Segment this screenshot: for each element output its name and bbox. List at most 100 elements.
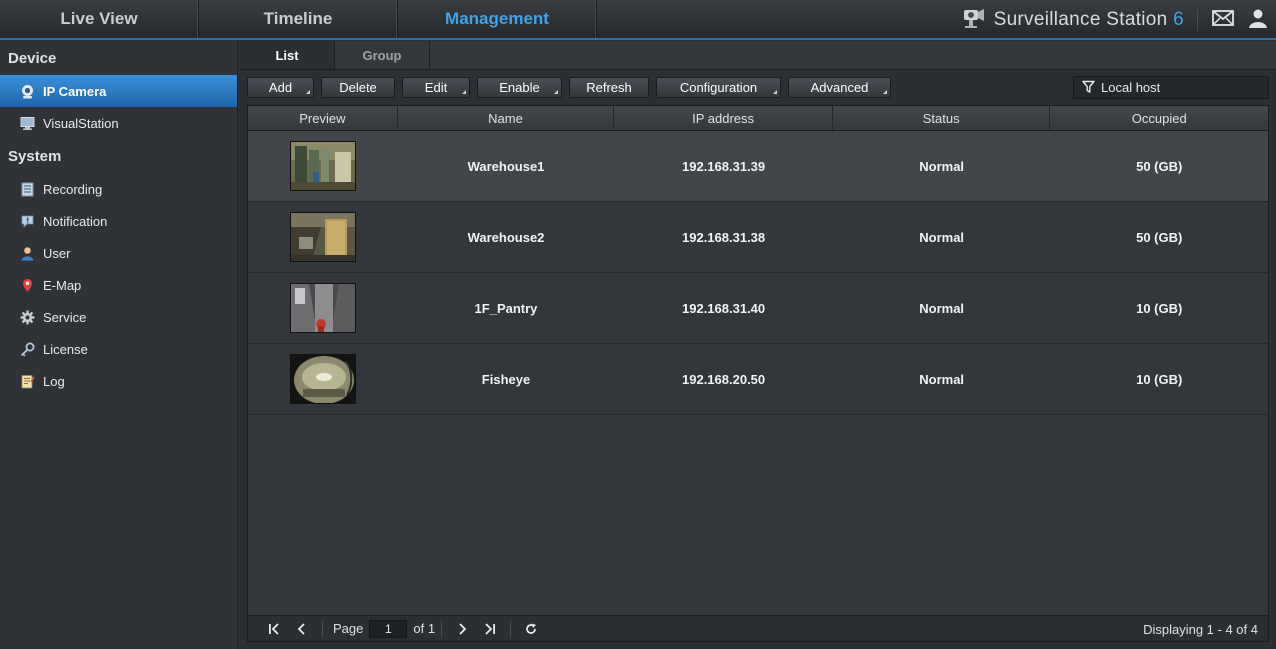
add-button[interactable]: Add [247, 77, 314, 98]
button-label: Refresh [586, 80, 632, 95]
camera-ip: 192.168.31.39 [682, 158, 766, 174]
camera-occupied: 50 (GB) [1136, 229, 1183, 245]
camera-status: Normal [919, 371, 965, 387]
camera-preview-thumbnail [289, 354, 356, 404]
camera-status: Normal [919, 300, 965, 316]
refresh-button[interactable]: Refresh [569, 77, 649, 98]
key-icon [20, 342, 35, 357]
edit-button[interactable]: Edit [402, 77, 470, 98]
preview-cell [248, 273, 398, 343]
user-account-icon[interactable] [1248, 8, 1268, 31]
tab-timeline[interactable]: Timeline [199, 0, 398, 38]
sidebar-item-log[interactable]: Log [0, 365, 237, 397]
recording-icon [20, 182, 35, 197]
preview-cell [248, 202, 398, 272]
delete-button[interactable]: Delete [321, 77, 395, 98]
table-row[interactable]: Warehouse2 192.168.31.38 Normal 50 (GB) [248, 202, 1268, 273]
monitor-icon [20, 116, 35, 131]
dropdown-arrow-icon [554, 90, 558, 94]
camera-name: Warehouse2 [467, 229, 545, 245]
brand: Surveillance Station 6 [962, 0, 1184, 39]
next-page-icon[interactable] [448, 619, 476, 639]
divider [322, 620, 323, 637]
sidebar-item-label: User [43, 245, 71, 261]
camera-logo-icon [962, 7, 986, 32]
divider [510, 620, 512, 637]
sidebar-item-service[interactable]: Service [0, 301, 237, 333]
button-label: Enable [499, 80, 540, 95]
camera-ip: 192.168.20.50 [682, 371, 766, 387]
gear-icon [20, 310, 35, 325]
first-page-icon[interactable] [260, 619, 288, 639]
preview-cell [248, 131, 398, 201]
table-row[interactable]: 1F_Pantry 192.168.31.40 Normal 10 (GB) [248, 273, 1268, 344]
preview-cell [248, 344, 398, 414]
button-label: Advanced [810, 80, 869, 95]
sidebar-item-recording[interactable]: Recording [0, 173, 237, 205]
top-icons [1197, 0, 1268, 39]
column-header-ip-address[interactable]: IP address [614, 106, 833, 130]
sidebar-item-label: License [43, 341, 88, 357]
main-panel: List Group Add Delete Edit Enable Refres… [240, 41, 1276, 649]
host-filter[interactable]: Local host [1073, 76, 1269, 99]
subtab-group[interactable]: Group [335, 41, 430, 69]
camera-occupied: 10 (GB) [1136, 371, 1183, 387]
sidebar-item-label: Notification [43, 213, 108, 229]
camera-occupied: 10 (GB) [1136, 300, 1183, 316]
button-label: Delete [339, 80, 377, 95]
map-pin-icon [20, 278, 35, 293]
button-label: Configuration [679, 80, 758, 95]
column-header-status[interactable]: Status [833, 106, 1051, 130]
divider [1197, 8, 1198, 31]
dropdown-arrow-icon [462, 90, 466, 94]
column-header-preview[interactable]: Preview [248, 106, 398, 130]
dropdown-arrow-icon [306, 90, 310, 94]
mail-icon[interactable] [1212, 9, 1234, 30]
toolbar: Add Delete Edit Enable Refresh Configura… [247, 77, 891, 98]
subtab-list[interactable]: List [240, 41, 335, 69]
sidebar-item-label: VisualStation [43, 115, 119, 131]
camera-name: 1F_Pantry [474, 300, 538, 316]
pagination-bar: Page of 1 Displa [248, 615, 1268, 641]
camera-ip: 192.168.31.38 [682, 229, 766, 245]
advanced-button[interactable]: Advanced [788, 77, 891, 98]
table-row[interactable]: Warehouse1 192.168.31.39 Normal 50 (GB) [248, 131, 1268, 202]
tab-live-view[interactable]: Live View [0, 0, 199, 38]
sidebar-item-visualstation[interactable]: VisualStation [0, 107, 237, 139]
camera-preview-thumbnail [289, 283, 356, 333]
top-nav-bar: Live View Timeline Management Surveillan… [0, 0, 1276, 40]
brand-title: Surveillance Station 6 [993, 8, 1184, 30]
last-page-icon[interactable] [476, 619, 504, 639]
sidebar-item-label: Recording [43, 181, 103, 197]
table-row[interactable]: Fisheye 192.168.20.50 Normal 10 (GB) [248, 344, 1268, 415]
previous-page-icon[interactable] [288, 619, 316, 639]
camera-status: Normal [919, 158, 965, 174]
sidebar-item-label: E-Map [43, 277, 82, 293]
filter-value: Local host [1101, 80, 1161, 95]
sidebar-item-user[interactable]: User [0, 237, 237, 269]
display-count: Displaying 1 - 4 of 4 [1143, 621, 1258, 637]
notification-icon [20, 214, 35, 229]
configuration-button[interactable]: Configuration [656, 77, 781, 98]
tab-management[interactable]: Management [398, 0, 597, 38]
page-count-label: of 1 [413, 621, 436, 636]
camera-table: Preview Name IP address Status Occupied [247, 105, 1269, 642]
page-number-input[interactable] [369, 619, 408, 638]
page-label: Page [333, 621, 364, 636]
camera-status: Normal [919, 229, 965, 245]
sidebar-item-label: IP Camera [43, 83, 107, 99]
sidebar-section-system: System [8, 147, 62, 165]
sidebar-item-ip-camera[interactable]: IP Camera [0, 75, 237, 107]
sidebar-item-label: Service [43, 309, 87, 325]
column-header-name[interactable]: Name [398, 106, 615, 130]
sidebar-item-e-map[interactable]: E-Map [0, 269, 237, 301]
subtabs: List Group [240, 41, 1276, 70]
user-icon [20, 246, 35, 261]
enable-button[interactable]: Enable [477, 77, 562, 98]
sidebar-item-license[interactable]: License [0, 333, 237, 365]
column-header-occupied[interactable]: Occupied [1050, 106, 1268, 130]
refresh-icon[interactable] [517, 619, 545, 639]
sidebar-item-notification[interactable]: Notification [0, 205, 237, 237]
sidebar-item-label: Log [43, 373, 65, 389]
button-label: Edit [424, 80, 448, 95]
